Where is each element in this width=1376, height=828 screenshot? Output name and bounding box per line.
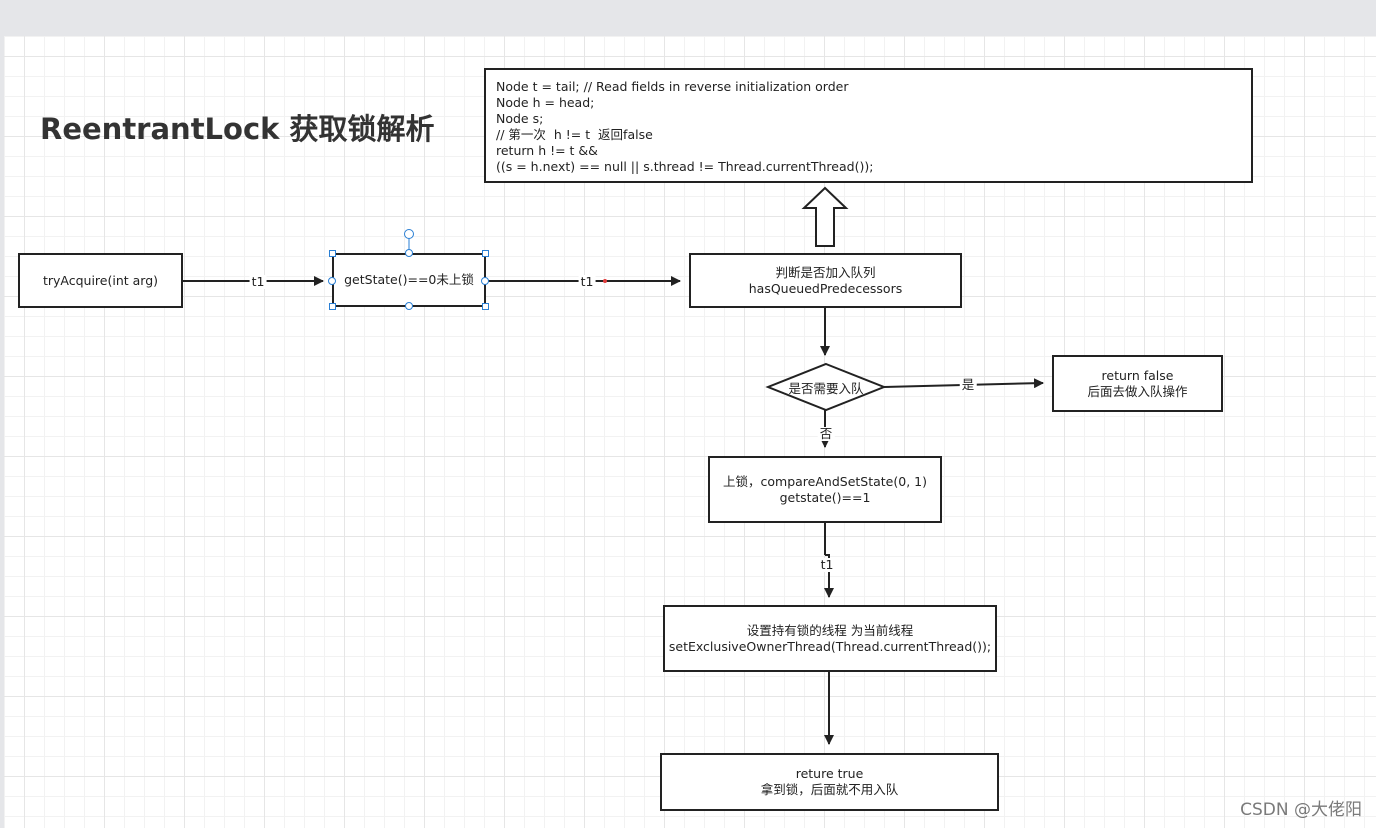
- code-line: // 第一次 h != t 返回false: [496, 127, 653, 142]
- code-line: Node t = tail; // Read fields in reverse…: [496, 79, 849, 94]
- node-label: 上锁，compareAndSetState(0, 1): [723, 473, 927, 489]
- resize-handle[interactable]: [482, 303, 489, 310]
- node-label: 后面去做入队操作: [1087, 383, 1188, 399]
- node-label: 设置持有锁的线程 为当前线程: [746, 622, 914, 638]
- node-label: tryAcquire(int arg): [42, 272, 159, 288]
- edge-label-yes: 是: [959, 377, 977, 392]
- node-label: 拿到锁，后面就不用入队: [760, 782, 899, 797]
- connection-point[interactable]: [405, 249, 413, 257]
- edge-label: t1: [578, 274, 596, 289]
- code-line: return h != t &&: [496, 143, 598, 158]
- node-lock-cas[interactable]: 上锁，compareAndSetState(0, 1) getstate()==…: [708, 456, 942, 523]
- edge-label: t1: [249, 274, 267, 289]
- code-line: Node h = head;: [496, 95, 595, 110]
- node-has-queued-predecessors[interactable]: 判断是否加入队列 hasQueuedPredecessors: [689, 253, 962, 308]
- node-label: reture true: [795, 766, 864, 781]
- resize-handle[interactable]: [482, 250, 489, 257]
- resize-handle[interactable]: [329, 303, 336, 310]
- node-label: hasQueuedPredecessors: [748, 280, 903, 296]
- node-label: getState()==0未上锁: [344, 272, 474, 287]
- edge-label: t1: [818, 557, 836, 572]
- code-line: Node s;: [496, 111, 544, 126]
- node-label: return false: [1101, 367, 1174, 383]
- node-try-acquire[interactable]: tryAcquire(int arg): [18, 253, 183, 308]
- node-label: setExclusiveOwnerThread(Thread.currentTh…: [668, 638, 992, 654]
- watermark: CSDN @大佬阳: [1240, 800, 1362, 820]
- node-get-state[interactable]: getState()==0未上锁: [332, 253, 486, 307]
- connection-point[interactable]: [481, 277, 489, 285]
- node-return-false[interactable]: return false 后面去做入队操作: [1052, 355, 1223, 412]
- code-line: ((s = h.next) == null || s.thread != Thr…: [496, 159, 874, 174]
- diagram-title: ReentrantLock 获取锁解析: [40, 112, 435, 146]
- node-set-exclusive-owner[interactable]: 设置持有锁的线程 为当前线程 setExclusiveOwnerThread(T…: [663, 605, 997, 672]
- connection-point[interactable]: [405, 302, 413, 310]
- connection-point[interactable]: [328, 277, 336, 285]
- edge-label-no: 否: [817, 426, 835, 441]
- node-label: 判断是否加入队列: [775, 264, 876, 280]
- rotate-handle[interactable]: [404, 229, 414, 239]
- resize-handle[interactable]: [329, 250, 336, 257]
- node-label: getstate()==1: [779, 489, 871, 505]
- decision-label: 是否需要入队: [788, 380, 864, 396]
- node-return-true[interactable]: reture true 拿到锁，后面就不用入队: [660, 753, 999, 811]
- code-snippet-box[interactable]: Node t = tail; // Read fields in reverse…: [484, 68, 1253, 183]
